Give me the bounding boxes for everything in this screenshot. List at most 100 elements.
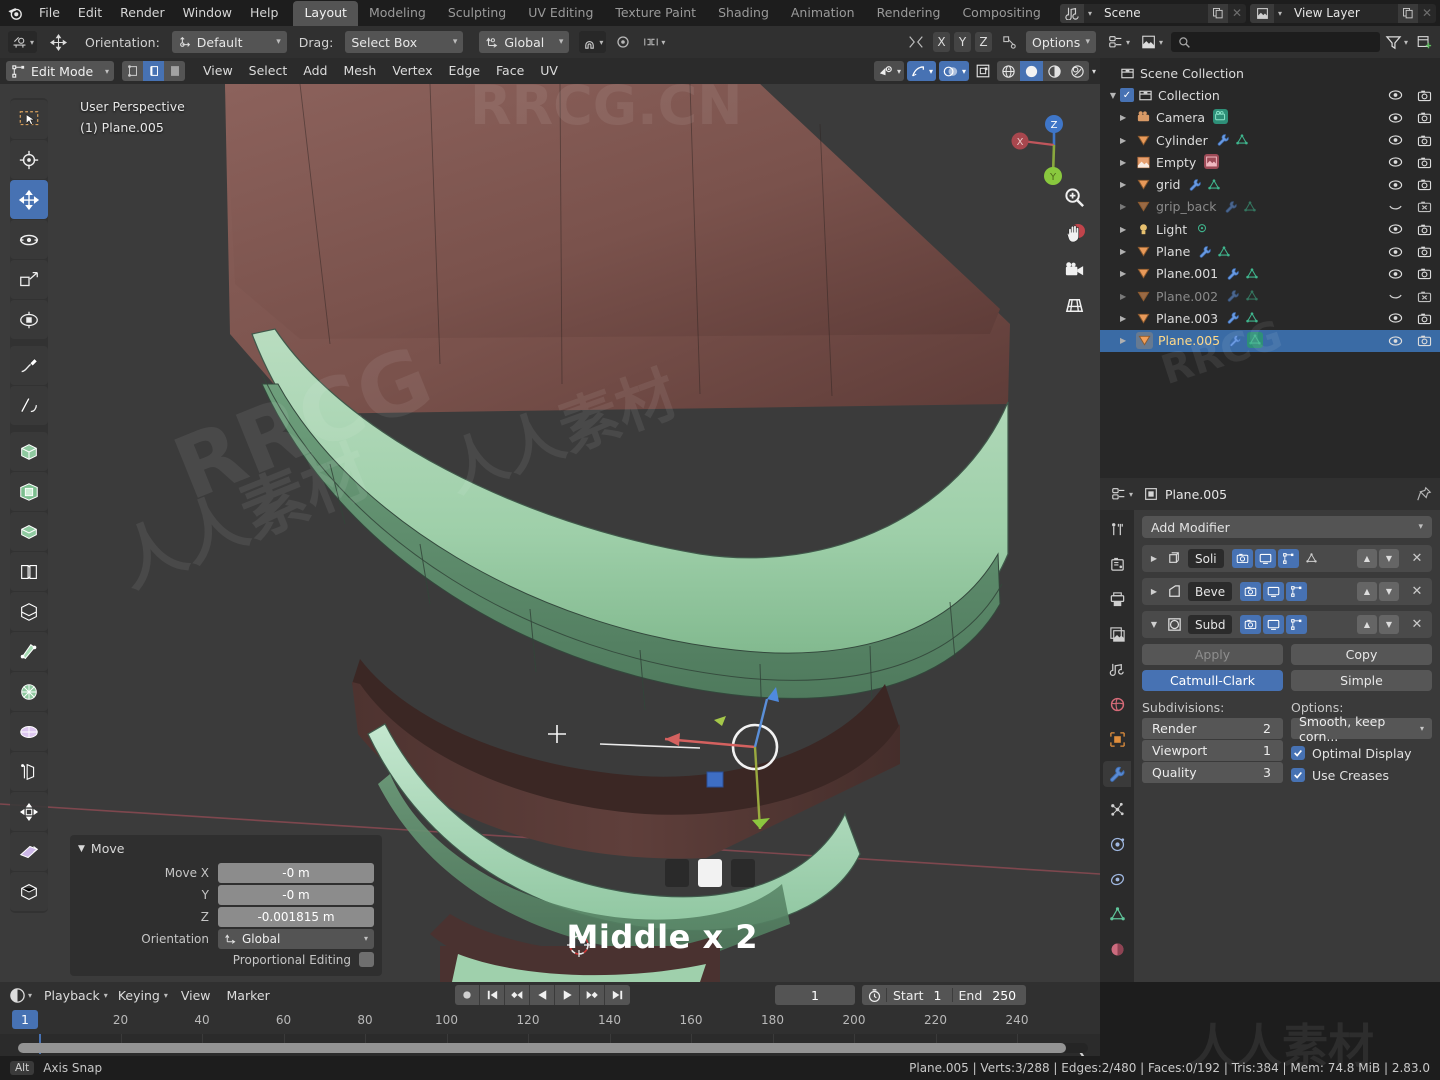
viewlayer-selector[interactable]: ▾ View Layer ✕ [1250,3,1436,23]
mesh-data-icon[interactable] [1245,267,1259,281]
xray-icon[interactable]: ▾ [906,61,936,81]
pan-hand-icon[interactable] [1061,220,1088,247]
subdivision-quality-field[interactable]: Quality 3 [1142,762,1283,783]
vertex-select-icon[interactable] [122,61,143,81]
camera-render-icon[interactable] [1417,245,1432,258]
poly-build-icon[interactable] [10,672,48,711]
delete-modifier-button[interactable]: ✕ [1407,582,1427,601]
move-down-button[interactable]: ▼ [1379,582,1399,601]
tab-output[interactable] [1103,586,1131,612]
smooth-icon[interactable] [10,752,48,791]
workspace-tab-uv-editing[interactable]: UV Editing [517,1,604,26]
disclosure-triangle[interactable]: ▶ [1120,314,1136,323]
operator-field-value[interactable]: -0 m [218,884,374,905]
workspace-tab-animation[interactable]: Animation [780,1,866,26]
camera-render-icon[interactable] [1417,223,1432,236]
knife-icon[interactable] [10,632,48,671]
tab-scene[interactable] [1103,656,1131,682]
modifier-toggle-realtime[interactable] [1254,549,1276,568]
current-frame-field[interactable]: 1 [775,985,855,1005]
proportional-editing-checkbox[interactable] [359,952,374,967]
add-cube-icon[interactable] [10,432,48,471]
modifier-toggle-render[interactable] [1240,582,1262,601]
move-down-button[interactable]: ▼ [1379,549,1399,568]
modifier-name[interactable]: Soli [1188,549,1224,568]
auto-merge-icon[interactable] [996,34,1022,51]
solid-icon[interactable] [1019,61,1043,81]
outliner-filter-id[interactable]: ▾ [1138,31,1166,53]
wireframe-icon[interactable] [996,61,1020,81]
prev-keyframe-icon[interactable] [505,985,530,1005]
menu-edit[interactable]: Edit [69,2,111,24]
outliner-row-plane-003[interactable]: ▶ Plane.003 [1100,307,1440,329]
workspace-tab-texture-paint[interactable]: Texture Paint [604,1,707,26]
operator-panel-move[interactable]: ▼ Move Move X -0 m Y -0 m Z -0.001815 m Orien… [70,835,382,976]
blender-logo-icon[interactable] [0,0,30,26]
stopwatch-icon[interactable] [862,985,886,1005]
move-up-button[interactable]: ▲ [1357,549,1377,568]
timeline-menu-keying[interactable]: Keying ▾ [112,985,173,1005]
outliner-row-grid[interactable]: ▶ grid [1100,173,1440,195]
disclosure-triangle[interactable]: ▶ [1120,292,1136,301]
material-preview-icon[interactable] [1042,61,1066,81]
menu-render[interactable]: Render [111,2,174,24]
camera-view-icon[interactable] [1061,256,1088,283]
outliner-search-input[interactable] [1171,32,1380,52]
mesh-data-icon[interactable] [1245,289,1259,303]
modifier-wrench-icon[interactable] [1226,311,1240,325]
viewport-menu-vertex[interactable]: Vertex [384,61,440,81]
rotate-icon[interactable] [10,220,48,259]
rendered-icon[interactable] [1065,61,1089,81]
viewport-menu-uv[interactable]: UV [532,61,566,81]
outliner-row-light[interactable]: ▶ Light [1100,218,1440,240]
scrollbar-thumb[interactable] [18,1043,1066,1053]
workspace-tab-rendering[interactable]: Rendering [866,1,952,26]
visibility-eye-icon[interactable] [1388,268,1403,280]
workspace-tab-layout[interactable]: Layout [293,1,358,26]
modifier-row-subd[interactable]: ▼ Subd ▲ ▼ ✕ [1142,611,1432,638]
mesh-data-icon[interactable] [1217,245,1231,259]
delete-modifier-button[interactable]: ✕ [1407,615,1427,634]
camera-render-icon[interactable] [1417,290,1432,303]
modifier-name[interactable]: Beve [1188,582,1233,601]
spin-icon[interactable] [10,712,48,751]
simple-button[interactable]: Simple [1291,670,1432,691]
tab-constraints[interactable] [1103,866,1131,892]
subdivision-render-field[interactable]: Render 2 [1142,718,1283,739]
jump-start-icon[interactable] [480,985,505,1005]
menu-help[interactable]: Help [241,2,288,24]
viewport-menu-select[interactable]: Select [241,61,296,81]
play-reverse-icon[interactable] [530,985,555,1005]
camera-render-icon[interactable] [1417,312,1432,325]
menu-file[interactable]: File [30,2,69,24]
operator-panel-header[interactable]: ▼ Move [78,841,374,862]
move-up-button[interactable]: ▲ [1357,582,1377,601]
drag-dropdown[interactable]: Select Box ▾ [345,31,464,53]
start-frame-value[interactable]: 1 [930,988,952,1003]
move-down-button[interactable]: ▼ [1379,615,1399,634]
modifier-row-soli[interactable]: ▶ Soli ▲ ▼ ✕ [1142,545,1432,572]
viewport-menu-add[interactable]: Add [295,61,335,81]
disclosure-triangle[interactable]: ▶ [1120,136,1136,145]
visibility-eye-icon[interactable] [1388,312,1403,324]
edge-select-icon[interactable] [143,61,164,81]
disclosure-triangle[interactable]: ▶ [1120,225,1136,234]
disclosure-triangle[interactable]: ▶ [1120,269,1136,278]
tab-particles[interactable] [1103,796,1131,822]
active-tool-icon[interactable]: ▾ [8,31,38,53]
operator-field-value[interactable]: -0 m [218,862,374,883]
mesh-data-icon[interactable] [1243,200,1257,214]
timeline-scrollbar[interactable] [18,1043,1088,1053]
timeline-editor-type[interactable]: ▾ [6,984,35,1006]
modifier-wrench-icon[interactable] [1226,267,1240,281]
play-icon[interactable] [555,985,580,1005]
operator-field-value[interactable]: -0.001815 m [218,906,374,927]
camera-render-icon[interactable] [1417,134,1432,147]
outliner-row-plane[interactable]: ▶ Plane [1100,240,1440,262]
jump-end-icon[interactable] [605,985,630,1005]
disclosure-triangle[interactable]: ▶ [1147,587,1161,596]
move-icon[interactable] [10,180,48,219]
outliner-row-grip-back[interactable]: ▶ grip_back [1100,196,1440,218]
checkbox-use-creases[interactable]: Use Creases [1291,764,1432,786]
new-collection-icon[interactable] [1413,34,1435,50]
